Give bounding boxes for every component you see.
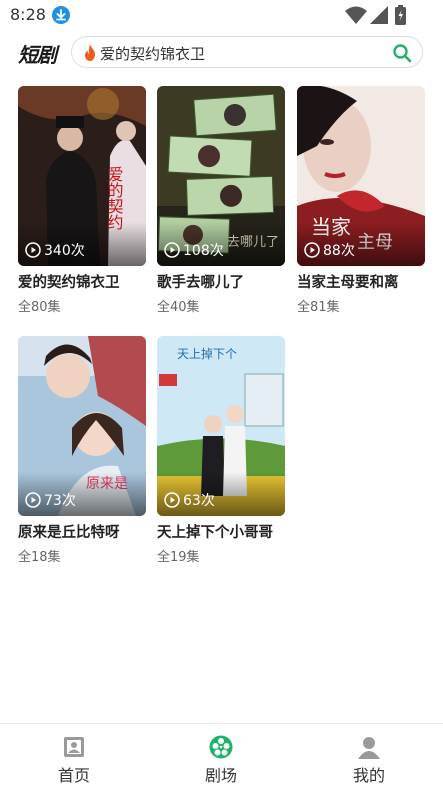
system-icons — [345, 5, 415, 25]
view-count: 108次 — [164, 241, 224, 259]
episode-count: 全40集 — [157, 300, 200, 315]
drama-poster[interactable]: 去哪儿了 108次 — [157, 86, 285, 266]
view-count-text: 88次 — [323, 243, 355, 259]
svg-text:天上掉下个: 天上掉下个 — [177, 347, 237, 361]
film-reel-icon — [209, 735, 233, 759]
nav-label: 首页 — [57, 766, 90, 785]
bottom-nav: 首页 剧场 我的 — [0, 723, 443, 788]
app-logo: 短剧 — [18, 43, 57, 67]
view-count: 88次 — [304, 241, 355, 259]
view-count: 63次 — [164, 491, 215, 509]
fire-icon — [85, 44, 95, 61]
home-icon — [64, 737, 84, 757]
drama-title[interactable]: 歌手去哪儿了 — [157, 271, 285, 292]
status-bar: 8:28 — [0, 0, 443, 30]
drama-poster[interactable]: 原来是 73次 — [18, 336, 146, 516]
search-bar[interactable]: 爱的契约锦衣卫 — [71, 36, 423, 68]
view-count: 340次 — [25, 241, 85, 259]
nav-item-theater[interactable]: 剧场 — [166, 724, 276, 788]
drama-title[interactable]: 天上掉下个小哥哥 — [157, 521, 285, 542]
search-text[interactable]: 爱的契约锦衣卫 — [100, 43, 205, 64]
profile-icon — [358, 737, 380, 759]
episode-count: 全81集 — [297, 300, 340, 315]
view-count-text: 73次 — [44, 493, 76, 509]
drama-card[interactable]: 爱的契约 340次 爱的契约锦衣卫 全80集 — [18, 86, 146, 315]
nav-item-profile[interactable]: 我的 — [314, 724, 424, 788]
play-icon — [25, 492, 41, 508]
drama-card[interactable]: 去哪儿了 108次 歌手去哪儿了 全40集 — [157, 86, 285, 315]
drama-card[interactable]: 原来是 73次 原来是丘比特呀 全18集 — [18, 336, 146, 565]
view-count: 73次 — [25, 491, 76, 509]
episode-count: 全80集 — [18, 300, 61, 315]
app-header: 短剧 爱的契约锦衣卫 — [0, 30, 443, 76]
episode-count: 全18集 — [18, 550, 61, 565]
drama-title[interactable]: 爱的契约锦衣卫 — [18, 271, 146, 292]
view-count-text: 108次 — [183, 243, 224, 259]
status-time: 8:28 — [10, 5, 46, 24]
nav-label: 我的 — [352, 766, 385, 785]
download-icon — [52, 6, 70, 24]
drama-card[interactable]: 当家 主母 88次 当家主母要和离 全81集 — [297, 86, 425, 315]
drama-poster[interactable]: 爱的契约 340次 — [18, 86, 146, 266]
drama-title[interactable]: 原来是丘比特呀 — [18, 521, 146, 542]
episode-count: 全19集 — [157, 550, 200, 565]
drama-poster[interactable]: 当家 主母 88次 — [297, 86, 425, 266]
play-icon — [304, 242, 320, 258]
play-icon — [25, 242, 41, 258]
play-icon — [164, 492, 180, 508]
view-count-text: 340次 — [44, 243, 85, 259]
battery-icon — [395, 5, 406, 25]
search-icon[interactable] — [392, 43, 412, 63]
drama-card[interactable]: 天上掉下个 63次 天上掉下个小哥哥 全19集 — [157, 336, 285, 565]
view-count-text: 63次 — [183, 493, 215, 509]
wifi-icon — [345, 6, 367, 24]
drama-poster[interactable]: 天上掉下个 63次 — [157, 336, 285, 516]
signal-icon — [370, 6, 388, 24]
play-icon — [164, 242, 180, 258]
nav-label: 剧场 — [204, 766, 237, 785]
nav-item-home[interactable]: 首页 — [19, 724, 129, 788]
drama-title[interactable]: 当家主母要和离 — [297, 271, 425, 292]
